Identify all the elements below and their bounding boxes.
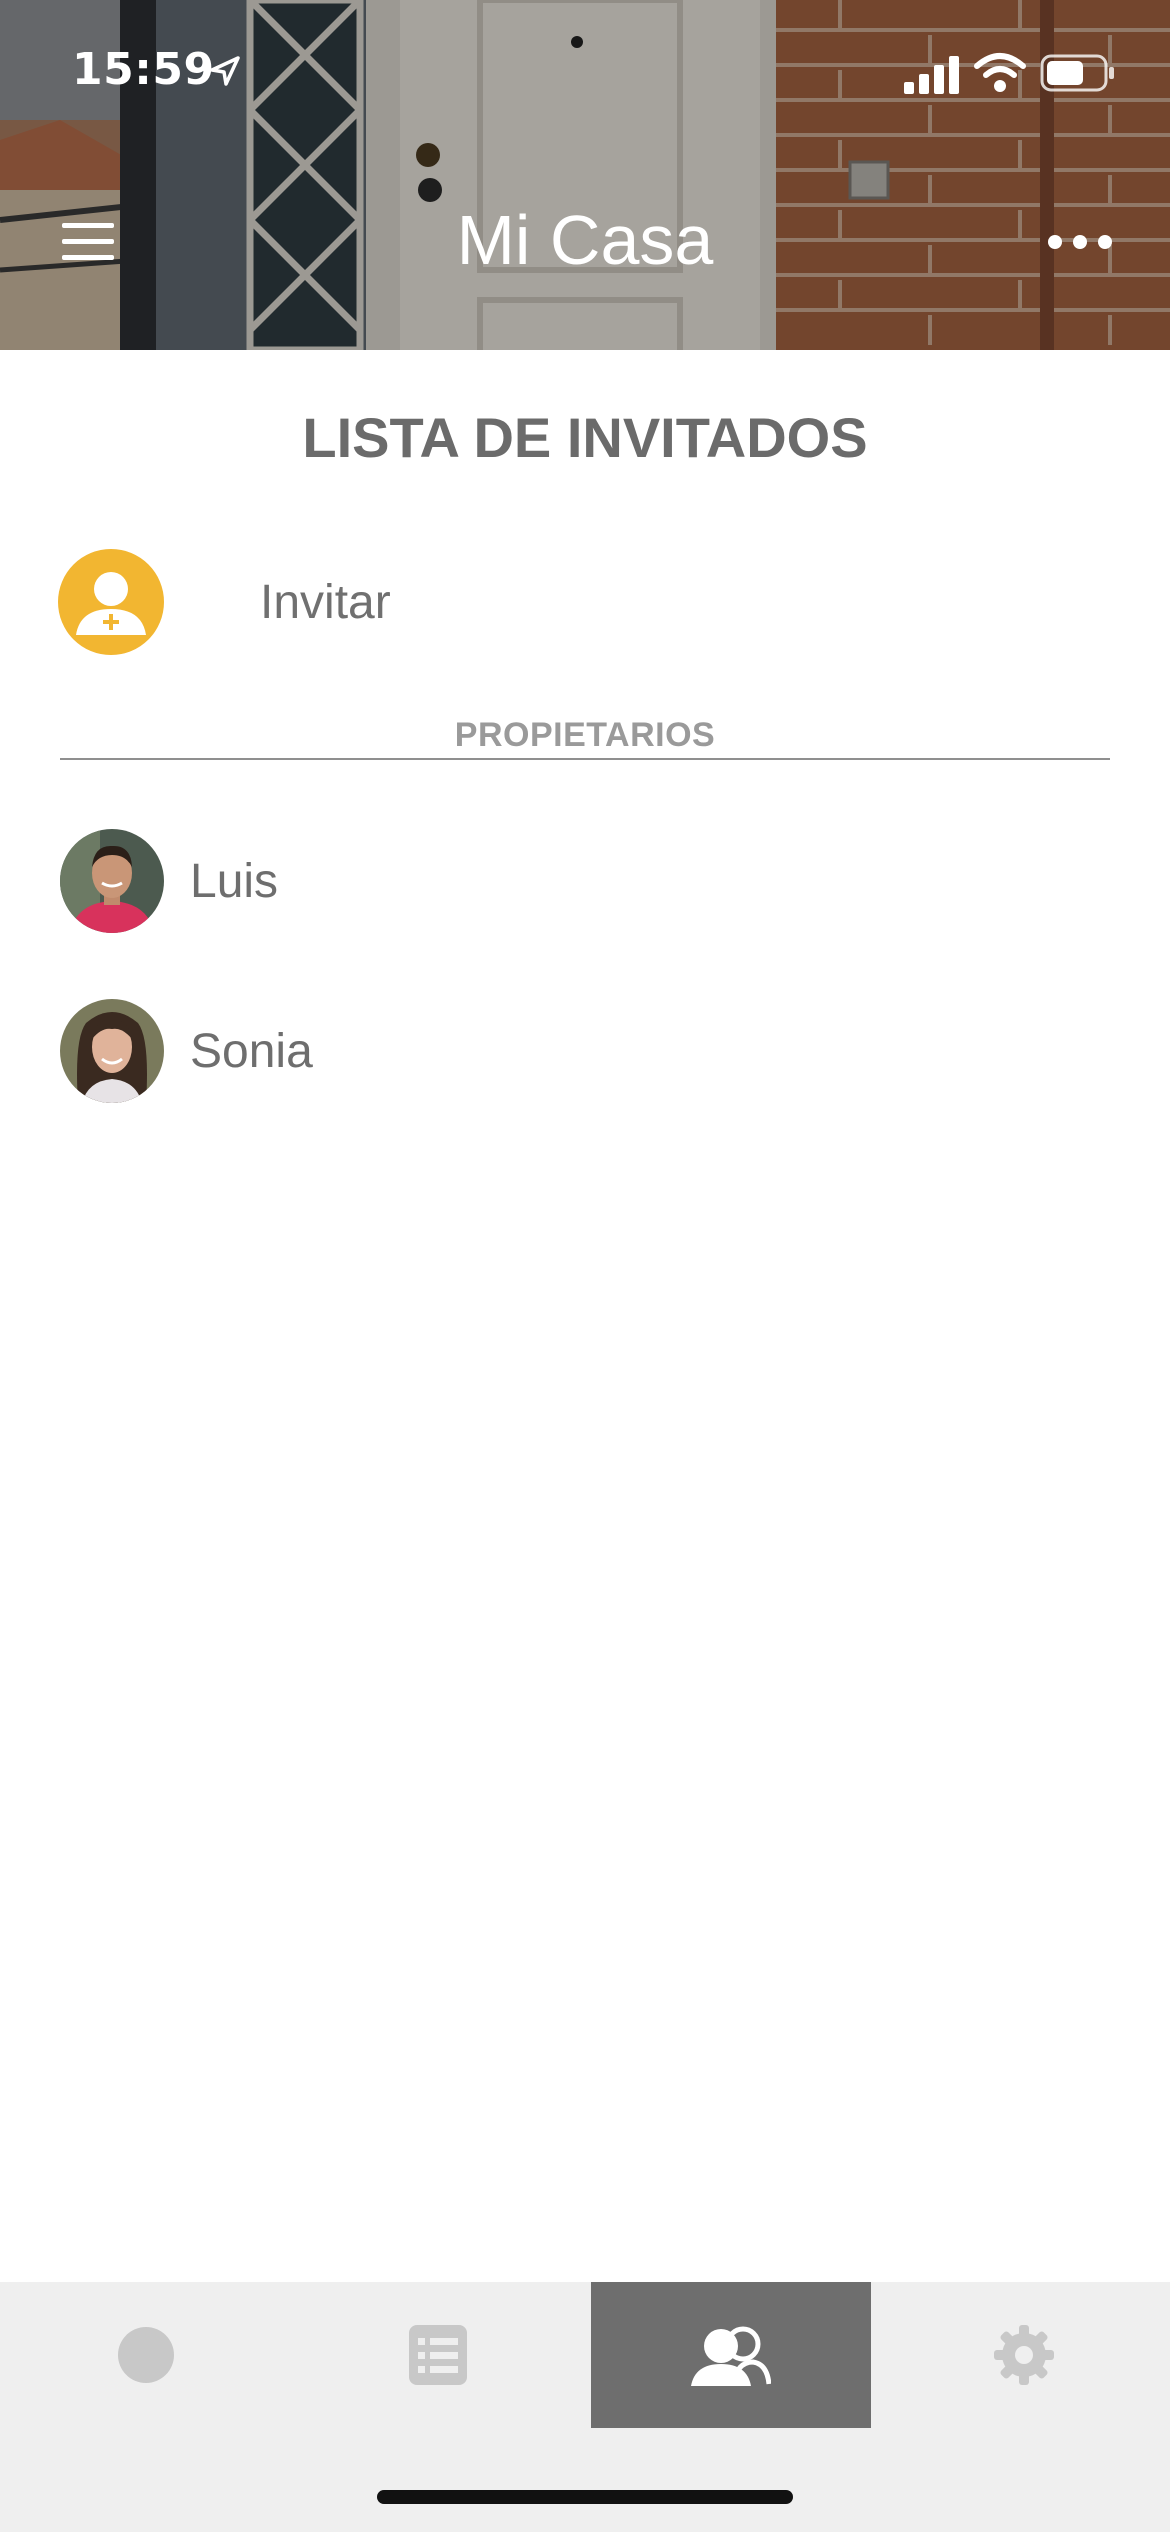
tab-list[interactable] xyxy=(298,2282,578,2428)
cellular-signal-icon xyxy=(904,56,959,94)
home-indicator[interactable] xyxy=(377,2490,793,2504)
invite-button[interactable]: Invitar xyxy=(58,548,1112,656)
owner-name: Sonia xyxy=(190,1024,313,1078)
tab-settings[interactable] xyxy=(884,2282,1164,2428)
tab-home[interactable] xyxy=(6,2282,286,2428)
add-user-icon xyxy=(58,549,164,655)
status-bar: 15:59 xyxy=(0,0,1170,150)
wifi-icon xyxy=(974,53,1026,92)
circle-icon xyxy=(118,2327,174,2383)
owner-row-sonia[interactable]: Sonia xyxy=(60,998,1110,1104)
owners-divider xyxy=(60,758,1110,760)
list-icon xyxy=(409,2325,467,2385)
owners-section-header: PROPIETARIOS xyxy=(454,716,716,754)
app-screen: 15:59 Mi Casa LISTA DE INVITADOS Invitar… xyxy=(0,0,1170,2532)
tab-guests[interactable] xyxy=(591,2282,871,2428)
users-icon xyxy=(691,2326,771,2386)
hamburger-menu-icon xyxy=(62,223,114,260)
location-arrow-icon xyxy=(210,56,240,86)
menu-button[interactable] xyxy=(58,212,118,272)
owner-name: Luis xyxy=(190,854,279,908)
guest-list-title: LISTA DE INVITADOS xyxy=(302,406,868,469)
invite-label: Invitar xyxy=(260,575,391,629)
status-time: 15:59 xyxy=(72,44,215,95)
avatar xyxy=(60,999,164,1103)
page-title: Mi Casa xyxy=(456,201,714,279)
battery-icon xyxy=(1040,54,1114,92)
owner-row-luis[interactable]: Luis xyxy=(60,828,1110,934)
gear-icon xyxy=(994,2325,1054,2385)
more-options-button[interactable] xyxy=(1040,222,1120,262)
more-horizontal-icon xyxy=(1048,235,1112,249)
avatar xyxy=(60,829,164,933)
header: 15:59 Mi Casa xyxy=(0,0,1170,350)
